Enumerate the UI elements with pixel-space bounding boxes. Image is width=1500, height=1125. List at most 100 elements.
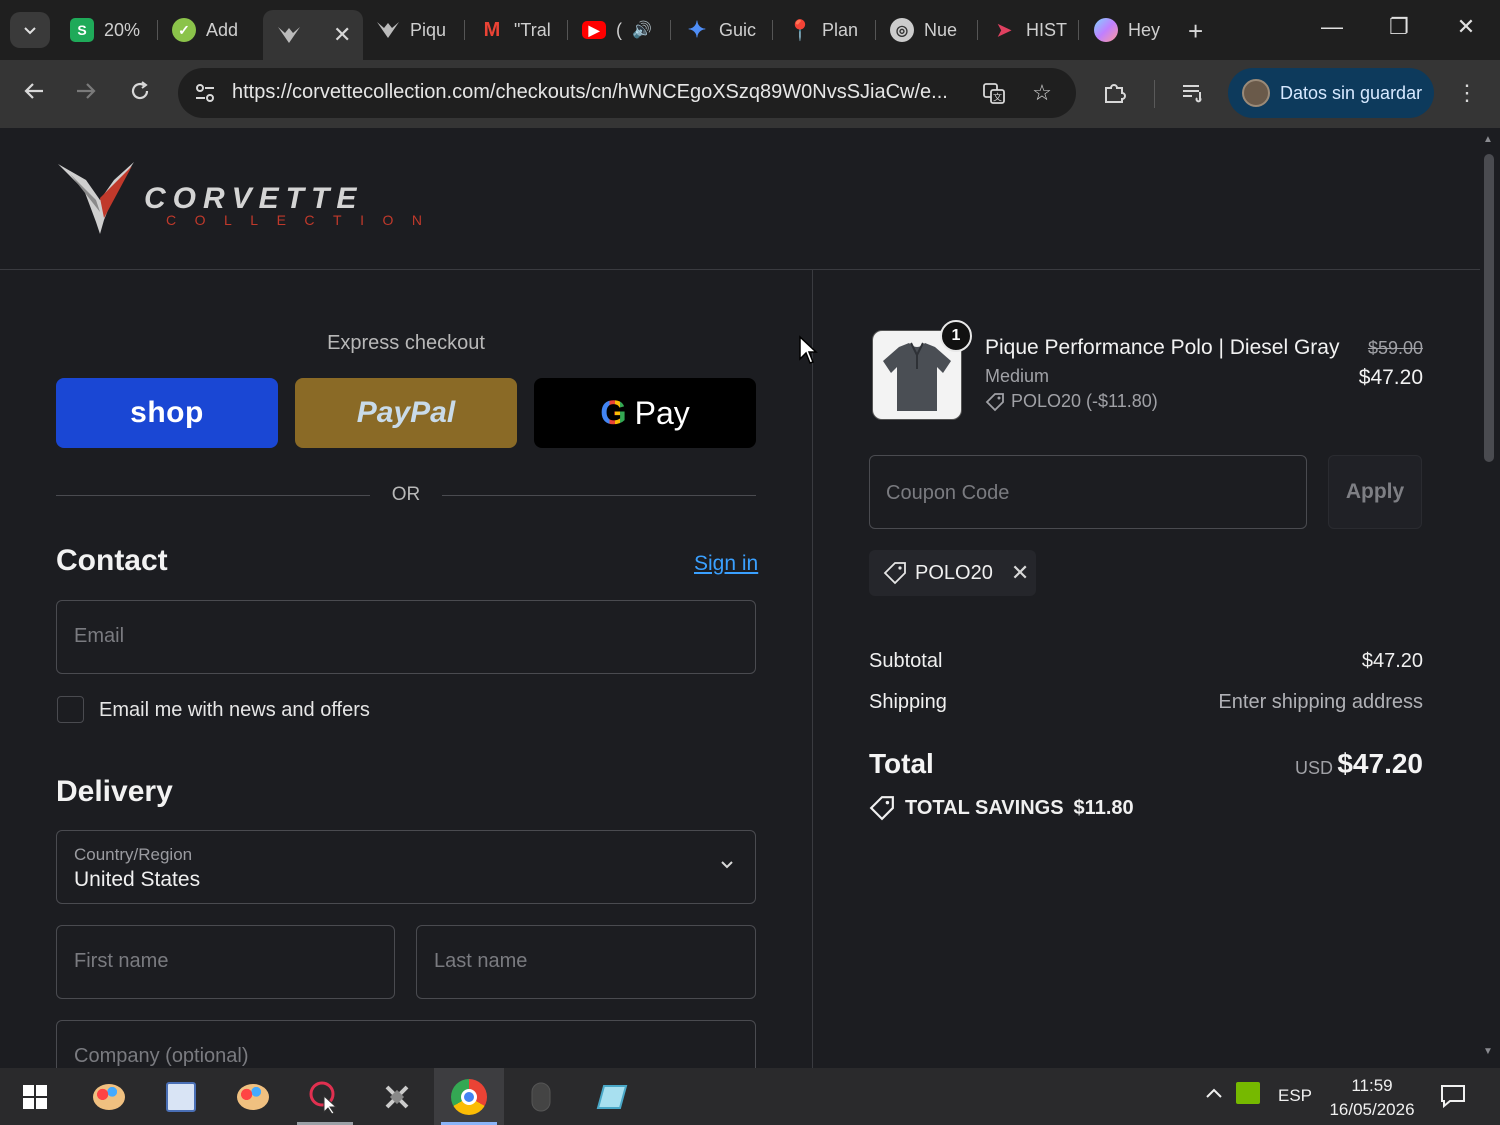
email-placeholder: Email — [74, 625, 125, 647]
chrome-icon: ◎ — [890, 18, 914, 42]
profile-label: Datos sin guardar — [1280, 82, 1423, 103]
page-scrollbar[interactable]: ▲ ▼ — [1480, 128, 1500, 1068]
notes-app-icon — [596, 1085, 628, 1109]
taskbar-app-3[interactable] — [232, 1076, 274, 1118]
company-field[interactable]: Company (optional) — [56, 1020, 756, 1068]
tab-11[interactable]: Hey — [1082, 10, 1178, 50]
reload-icon — [131, 81, 149, 100]
tab-label: 20% — [104, 19, 141, 40]
ship-icon: ➤ — [996, 19, 1012, 40]
scroll-up-icon[interactable]: ▲ — [1483, 134, 1493, 145]
translate-icon[interactable]: 文 — [980, 79, 1008, 107]
language-indicator[interactable]: ESP — [1278, 1086, 1312, 1106]
tab-10[interactable]: ➤ HIST — [980, 10, 1076, 50]
taskbar-app-2[interactable] — [160, 1076, 202, 1118]
paypal-button[interactable]: PayPal — [295, 378, 517, 448]
tab-label: "Tral — [514, 19, 551, 40]
browser-toolbar: https://corvettecollection.com/checkouts… — [0, 60, 1500, 128]
taskbar-app-7[interactable] — [520, 1076, 562, 1118]
original-price: $59.00 — [1367, 338, 1423, 358]
total-label: Total — [869, 748, 934, 779]
email-field[interactable]: Email — [56, 600, 756, 674]
sign-in-link[interactable]: Sign in — [694, 552, 758, 576]
total-value: $47.20 — [1337, 748, 1423, 779]
contact-title: Contact — [56, 544, 168, 577]
taskbar-app-4[interactable] — [304, 1076, 346, 1118]
scroll-down-icon[interactable]: ▼ — [1483, 1046, 1493, 1057]
address-bar[interactable]: https://corvettecollection.com/checkouts… — [178, 68, 1076, 118]
clock-date: 16/05/2026 — [1329, 1100, 1415, 1119]
new-tab-button[interactable]: + — [1188, 16, 1203, 47]
corvette-collection-logo[interactable]: CORVETTE COLLECTION — [56, 160, 496, 240]
google-g-icon: G — [600, 393, 627, 432]
paint-palette-icon — [93, 1084, 125, 1110]
bookmark-star-icon[interactable]: ☆ — [1028, 79, 1056, 107]
restore-button[interactable]: ❐ — [1379, 14, 1419, 40]
system-clock[interactable]: 11:59 16/05/2026 — [1326, 1074, 1418, 1122]
total-savings: TOTAL SAVINGS $11.80 — [869, 795, 1134, 821]
apply-coupon-button[interactable]: Apply — [1328, 455, 1422, 529]
shop-pay-button[interactable]: shop — [56, 378, 278, 448]
scroll-thumb[interactable] — [1484, 154, 1494, 462]
browser-tab-strip: S 20% ✓ Add ✕ Piqu M "Tral ▶ ( 🔊 ✦ Guic … — [0, 0, 1500, 60]
speaker-icon: 🔊 — [632, 22, 652, 39]
taskbar-chrome[interactable] — [448, 1076, 490, 1118]
product-discount: POLO20 (-$11.80) — [985, 391, 1158, 412]
close-tab-icon[interactable]: ✕ — [333, 22, 351, 48]
tab-9[interactable]: ◎ Nue — [878, 10, 974, 50]
delivery-title: Delivery — [56, 775, 173, 808]
site-settings-icon[interactable] — [192, 80, 218, 106]
mouse-cursor-icon — [799, 335, 818, 364]
coupon-code-input[interactable]: Coupon Code — [869, 455, 1307, 529]
minimize-button[interactable]: — — [1312, 14, 1352, 40]
express-checkout-title: Express checkout — [327, 332, 485, 354]
taskbar-app-5[interactable] — [376, 1076, 418, 1118]
tab-4[interactable]: Piqu — [364, 10, 460, 50]
tab-1[interactable]: S 20% — [58, 10, 154, 50]
forward-button[interactable] — [68, 78, 104, 108]
taskbar-app-1[interactable] — [88, 1076, 130, 1118]
close-window-button[interactable]: ✕ — [1446, 14, 1486, 40]
profile-button[interactable]: Datos sin guardar — [1228, 68, 1434, 118]
applied-coupon-chip: POLO20 ✕ — [869, 550, 1036, 596]
country-select[interactable]: Country/Region United States — [56, 830, 756, 904]
url-text[interactable]: https://corvettecollection.com/checkouts… — [232, 81, 962, 104]
back-button[interactable] — [16, 78, 52, 108]
start-button[interactable] — [14, 1076, 56, 1118]
google-pay-button[interactable]: G Pay — [534, 378, 756, 448]
reload-button[interactable] — [122, 78, 158, 108]
media-controls-icon[interactable] — [1180, 80, 1210, 110]
corvette-icon — [376, 18, 400, 42]
first-name-placeholder: First name — [74, 950, 169, 972]
site-header: CORVETTE COLLECTION — [0, 128, 1480, 270]
news-checkbox[interactable] — [57, 696, 84, 723]
nvidia-icon[interactable] — [1236, 1082, 1260, 1104]
tab-5[interactable]: M "Tral — [468, 10, 564, 50]
browser-menu-icon[interactable]: ⋮ — [1456, 80, 1478, 106]
remove-coupon-icon[interactable]: ✕ — [1011, 560, 1029, 586]
tab-7[interactable]: ✦ Guic — [673, 10, 769, 50]
applied-coupon-code: POLO20 — [915, 561, 993, 584]
taskbar-app-8[interactable] — [590, 1076, 632, 1118]
tab-6[interactable]: ▶ ( 🔊 — [570, 10, 666, 50]
logo-wordmark: CORVETTE — [144, 182, 364, 215]
tag-icon — [869, 796, 894, 821]
extensions-icon[interactable] — [1102, 80, 1132, 110]
last-name-field[interactable]: Last name — [416, 925, 756, 999]
notifications-icon[interactable] — [1440, 1084, 1466, 1113]
tray-expand-icon[interactable] — [1204, 1084, 1224, 1105]
click-cursor-icon — [309, 1081, 338, 1114]
tab-search-button[interactable] — [10, 12, 50, 48]
tab-2[interactable]: ✓ Add — [160, 10, 258, 50]
first-name-field[interactable]: First name — [56, 925, 395, 999]
tab-label: ( — [616, 19, 622, 40]
tab-active-checkout[interactable]: ✕ — [263, 10, 363, 60]
logo-subtitle: COLLECTION — [166, 212, 441, 228]
tab-label: Guic — [719, 19, 757, 40]
last-name-placeholder: Last name — [434, 950, 528, 972]
savings-value: $11.80 — [1073, 796, 1134, 819]
tab-8[interactable]: 📍 Plan — [776, 10, 872, 50]
news-checkbox-label[interactable]: Email me with news and offers — [99, 699, 370, 722]
discount-text: POLO20 (-$11.80) — [1011, 391, 1158, 411]
chevron-down-icon — [719, 855, 735, 878]
